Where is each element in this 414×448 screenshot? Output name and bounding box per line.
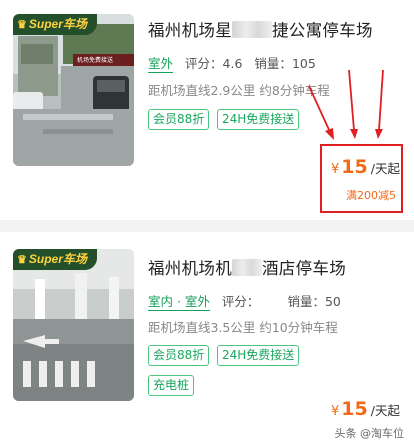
title-part-left: 福州机场星 <box>148 21 232 40</box>
tag-free-shuttle: 24H免费接送 <box>217 345 300 366</box>
listing-meta: 室内 · 室外 评分： 销量：50 <box>148 291 341 311</box>
redaction-blur <box>232 21 272 38</box>
listing-photo[interactable]: ♛ Super车场 <box>13 249 134 401</box>
listing-photo[interactable]: 机场免费接送 ♛ Super车场 <box>13 14 134 166</box>
price-value: 15 <box>341 398 368 420</box>
rating-label: 评分： <box>185 56 223 71</box>
rating: 评分： <box>222 294 260 309</box>
watermark: 头条 @淘车位 <box>334 427 405 440</box>
rating: 评分：4.6 <box>185 56 242 71</box>
listing-title[interactable]: 福州机场星 捷公寓停车场 <box>148 17 373 41</box>
annotation-highlight-box <box>320 144 403 213</box>
sales-value: 50 <box>324 294 341 309</box>
badge-label: Super车场 <box>28 252 87 266</box>
sales: 销量：105 <box>254 56 315 71</box>
rating-value: 4.6 <box>222 56 243 71</box>
tag-member-discount: 会员88折 <box>148 345 210 366</box>
sales: 销量：50 <box>287 294 340 309</box>
distance-text: 距机场直线2.9公里 约8分钟车程 <box>148 83 330 98</box>
listing-meta: 室外 评分：4.6 销量：105 <box>148 53 316 73</box>
super-badge: ♛ Super车场 <box>13 249 97 270</box>
parking-listing-card[interactable]: ♛ Super车场 福州机场机 酒店停车场 室内 · 室外 评分： 销量：50 距机场直… <box>0 232 414 448</box>
super-badge: ♛ Super车场 <box>13 14 97 35</box>
listing-title[interactable]: 福州机场机 酒店停车场 <box>148 255 346 279</box>
price-unit: /天起 <box>370 403 400 418</box>
price: ¥15/天起 <box>331 398 400 420</box>
badge-label: Super车场 <box>28 17 87 31</box>
tag-free-shuttle: 24H免费接送 <box>217 109 300 130</box>
tag-member-discount: 会员88折 <box>148 109 210 130</box>
sales-label: 销量： <box>287 294 325 309</box>
sales-label: 销量： <box>254 56 292 71</box>
title-part-right: 酒店停车场 <box>262 259 346 278</box>
photo-sign: 机场免费接送 <box>77 57 114 64</box>
location-type: 室内 · 室外 <box>148 291 210 311</box>
crown-icon: ♛ <box>17 254 27 266</box>
crown-icon: ♛ <box>17 19 27 31</box>
sales-value: 105 <box>291 56 316 71</box>
tag-ev-charging: 充电桩 <box>148 375 195 396</box>
location-type: 室外 <box>148 53 174 73</box>
distance-text: 距机场直线3.5公里 约10分钟车程 <box>148 320 338 335</box>
title-part-left: 福州机场机 <box>148 259 232 278</box>
rating-label: 评分： <box>221 294 260 309</box>
currency-symbol: ¥ <box>331 404 340 419</box>
title-part-right: 捷公寓停车场 <box>272 21 373 40</box>
redaction-blur <box>232 259 262 276</box>
